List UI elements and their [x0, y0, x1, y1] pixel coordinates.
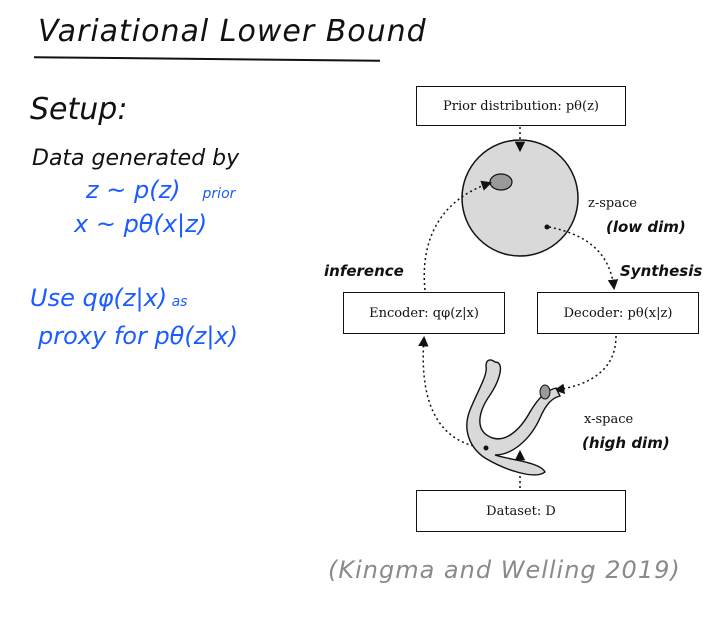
- high-dim-label: (high dim): [582, 434, 670, 452]
- x-sample-region: [539, 384, 551, 400]
- decoder-box: Decoder: pθ(x|z): [537, 292, 699, 334]
- x-space-label: x-space: [584, 412, 634, 427]
- decoder-to-x-arrow: [553, 335, 617, 394]
- x-point-dot: [483, 445, 489, 451]
- citation: (Kingma and Welling 2019): [328, 556, 681, 584]
- z-sample-region: [489, 173, 513, 191]
- z-point-dot: [544, 224, 550, 230]
- inference-label: inference: [324, 262, 404, 280]
- z-space-sphere: [461, 139, 579, 257]
- x-space-manifold: [466, 359, 562, 476]
- z-space-label: z-space: [588, 196, 637, 211]
- encoder-box: Encoder: qφ(z|x): [343, 292, 505, 334]
- synthesis-label: Synthesis: [620, 262, 703, 280]
- prior-distribution-box: Prior distribution: pθ(z): [416, 86, 626, 126]
- dataset-box: Dataset: D: [416, 490, 626, 532]
- low-dim-label: (low dim): [606, 218, 686, 236]
